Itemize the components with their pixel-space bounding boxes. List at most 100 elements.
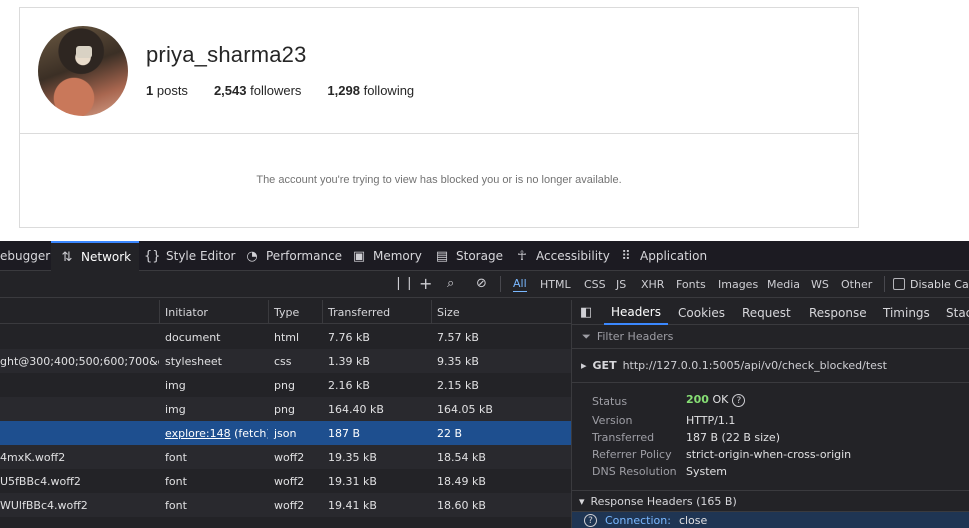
details-tab-request[interactable]: Request	[742, 300, 791, 325]
column-type[interactable]: Type	[268, 300, 322, 324]
posts-label: posts	[156, 83, 188, 98]
transferred-cell: 1.39 kB	[328, 354, 370, 368]
size-cell: 22 B	[437, 426, 463, 440]
file-cell	[0, 397, 159, 421]
details-tab-cookies[interactable]: Cookies	[678, 300, 725, 325]
header-row[interactable]: ? Connection: close	[572, 512, 969, 528]
version-label: Version	[592, 414, 633, 427]
header-value: close	[678, 513, 708, 527]
size-cell: 2.15 kB	[437, 378, 479, 392]
avatar[interactable]	[38, 26, 128, 116]
transferred-cell: 7.76 kB	[328, 330, 370, 344]
type-cell: json	[274, 426, 297, 440]
filter-ws[interactable]: WS	[811, 271, 829, 298]
type-cell: png	[274, 378, 295, 392]
filter-media[interactable]: Media	[767, 271, 800, 298]
pause-icon[interactable]: ❘❘	[393, 276, 415, 291]
help-icon[interactable]: ?	[732, 394, 746, 407]
details-tab-stack[interactable]: Stac	[946, 300, 969, 325]
filter-label: Images	[718, 278, 759, 291]
filter-headers-input[interactable]: ⏷ Filter Headers	[572, 325, 969, 349]
camera-icon	[76, 46, 92, 58]
filter-other[interactable]: Other	[841, 271, 872, 298]
table-row-selected[interactable]: explore:148 (fetch) json 187 B 22 B	[0, 421, 571, 445]
tab-debugger[interactable]: ebugger	[0, 241, 50, 271]
column-initiator[interactable]: Initiator	[159, 300, 268, 324]
table-row[interactable]: U5fBBc4.woff2 font woff2 19.31 kB 18.49 …	[0, 469, 571, 493]
table-row[interactable]: document html 7.76 kB 7.57 kB	[0, 325, 571, 349]
toggle-sidebar-icon[interactable]: ◧	[580, 305, 592, 320]
file-cell	[0, 421, 159, 445]
transferred-cell: 19.35 kB	[328, 450, 377, 464]
version-value: HTTP/1.1	[686, 414, 736, 427]
filter-label: WS	[811, 278, 829, 291]
type-cell: css	[274, 354, 292, 368]
request-line[interactable]: ▸ GET http://127.0.0.1:5005/api/v0/check…	[572, 349, 969, 383]
disable-cache-checkbox[interactable]	[893, 278, 905, 290]
column-size[interactable]: Size	[431, 300, 571, 324]
tab-memory[interactable]: ▣ Memory	[351, 241, 422, 271]
separator	[884, 276, 885, 292]
referrer-value: strict-origin-when-cross-origin	[686, 448, 852, 461]
accessibility-icon: ☥	[517, 248, 527, 264]
filter-html[interactable]: HTML	[540, 271, 571, 298]
initiator-cell: explore:148 (fetch)	[160, 421, 268, 445]
transferred-cell: 2.16 kB	[328, 378, 370, 392]
tab-performance[interactable]: ◔ Performance	[244, 241, 342, 271]
tab-network[interactable]: ⇅ Network	[51, 241, 140, 271]
posts-stat[interactable]: 1 posts	[146, 83, 188, 98]
filter-css[interactable]: CSS	[584, 271, 606, 298]
tab-storage[interactable]: ▤ Storage	[434, 241, 503, 271]
plus-icon[interactable]: +	[419, 274, 432, 293]
type-cell: woff2	[274, 474, 305, 488]
filter-images[interactable]: Images	[718, 271, 758, 298]
divider	[20, 133, 858, 134]
tab-label: Style Editor	[166, 249, 236, 263]
transferred-cell: 19.31 kB	[328, 474, 377, 488]
initiator-link[interactable]: explore:148	[165, 427, 231, 440]
details-tab-headers[interactable]: Headers	[604, 300, 668, 325]
network-icon: ⇅	[61, 249, 73, 265]
status-value: 200 OK?	[686, 393, 746, 407]
clear-icon[interactable]: ⊘	[476, 276, 487, 291]
followers-count: 2,543	[213, 83, 247, 98]
table-row[interactable]: ght@300;400;500;600;700&disp stylesheet …	[0, 349, 571, 373]
help-icon[interactable]: ?	[584, 513, 597, 527]
referrer-label: Referrer Policy	[592, 448, 672, 461]
request-details-sidebar: ◧ Headers Cookies Request Response Timin…	[571, 300, 969, 528]
file-cell: 4mxK.woff2	[0, 450, 66, 464]
column-transferred[interactable]: Transferred	[322, 300, 431, 324]
table-row[interactable]: img png 164.40 kB 164.05 kB	[0, 397, 571, 421]
file-cell	[0, 325, 159, 349]
collapse-arrow-icon: ▾	[579, 494, 585, 508]
filter-label: Other	[841, 278, 873, 291]
table-row[interactable]: WUlfBBc4.woff2 font woff2 19.41 kB 18.60…	[0, 493, 571, 517]
posts-count: 1	[146, 83, 154, 98]
table-row[interactable]: img png 2.16 kB 2.15 kB	[0, 373, 571, 397]
following-stat[interactable]: 1,298 following	[327, 83, 414, 98]
profile-username: priya_sharma23	[146, 42, 307, 67]
following-label: following	[363, 83, 415, 98]
followers-stat[interactable]: 2,543 followers	[214, 83, 301, 98]
table-row[interactable]: 4mxK.woff2 font woff2 19.35 kB 18.54 kB	[0, 445, 571, 469]
filter-xhr[interactable]: XHR	[641, 271, 664, 298]
initiator-cell: font	[165, 474, 187, 488]
tab-application[interactable]: ⠿ Application	[618, 241, 707, 271]
details-tab-response[interactable]: Response	[809, 300, 867, 325]
filter-fonts[interactable]: Fonts	[676, 271, 706, 298]
tab-style-editor[interactable]: {} Style Editor	[144, 241, 235, 271]
braces-icon: {}	[144, 248, 161, 264]
search-icon[interactable]: ⌕	[447, 276, 454, 291]
tab-accessibility[interactable]: ☥ Accessibility	[514, 241, 610, 271]
filter-all[interactable]: All	[513, 271, 527, 298]
details-tab-bar: ◧ Headers Cookies Request Response Timin…	[572, 300, 969, 325]
file-cell	[0, 373, 159, 397]
tab-label: Storage	[456, 249, 503, 263]
filter-js[interactable]: JS	[616, 271, 626, 298]
filter-label: XHR	[641, 278, 665, 291]
size-cell: 18.49 kB	[437, 474, 486, 488]
details-tab-timings[interactable]: Timings	[883, 300, 930, 325]
initiator-cell: font	[165, 450, 187, 464]
status-label: Status	[592, 395, 628, 408]
response-headers-section[interactable]: ▾ Response Headers (165 B)	[572, 490, 969, 512]
